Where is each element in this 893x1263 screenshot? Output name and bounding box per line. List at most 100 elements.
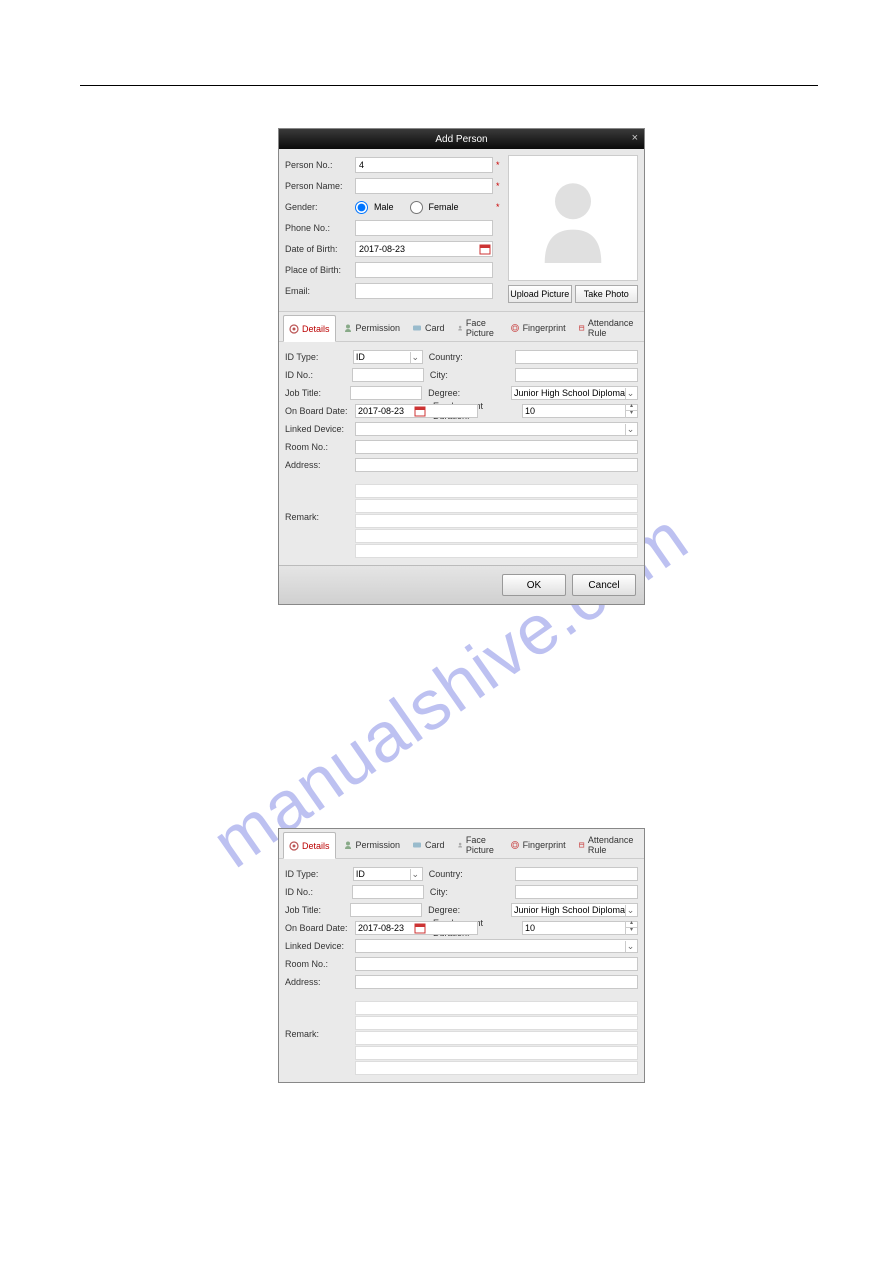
gender-male-radio[interactable] bbox=[355, 201, 368, 214]
id-no-input[interactable] bbox=[352, 885, 424, 899]
tab-card[interactable]: Card bbox=[407, 315, 450, 341]
country-input[interactable] bbox=[515, 867, 638, 881]
person-no-input[interactable] bbox=[355, 157, 493, 173]
email-input[interactable] bbox=[355, 283, 493, 299]
tab-details[interactable]: Details bbox=[283, 315, 336, 342]
tab-fingerprint[interactable]: Fingerprint bbox=[505, 315, 571, 341]
dob-input[interactable] bbox=[355, 241, 493, 257]
address-input[interactable] bbox=[355, 975, 638, 989]
remark-label: Remark: bbox=[285, 1001, 355, 1076]
spinner-down-icon[interactable]: ▾ bbox=[626, 928, 637, 935]
country-input[interactable] bbox=[515, 350, 638, 364]
remark-textarea[interactable] bbox=[355, 1001, 638, 1076]
job-title-label: Job Title: bbox=[285, 905, 350, 915]
emp-duration-value: 10 bbox=[523, 923, 625, 933]
avatar-placeholder-icon bbox=[533, 173, 613, 263]
address-label: Address: bbox=[285, 977, 355, 987]
city-input[interactable] bbox=[515, 885, 638, 899]
phone-label: Phone No.: bbox=[285, 223, 355, 233]
tab-face-picture[interactable]: Face Picture bbox=[452, 315, 503, 341]
close-icon[interactable]: × bbox=[632, 132, 638, 144]
tab-label: Permission bbox=[356, 840, 401, 850]
dob-label: Date of Birth: bbox=[285, 244, 355, 254]
id-type-select[interactable]: ID ⌄ bbox=[353, 867, 423, 881]
chevron-down-icon: ⌄ bbox=[410, 352, 420, 363]
id-type-select[interactable]: ID ⌄ bbox=[353, 350, 423, 364]
dialog-footer: OK Cancel bbox=[279, 565, 644, 604]
fingerprint-icon bbox=[510, 840, 520, 850]
degree-label: Degree: bbox=[422, 905, 511, 915]
details-panel: ID Type: ID ⌄ Country: ID No.: City: Job… bbox=[279, 342, 644, 565]
id-type-value: ID bbox=[356, 352, 365, 362]
pob-input[interactable] bbox=[355, 262, 493, 278]
degree-select[interactable]: Junior High School Diploma ⌄ bbox=[511, 386, 638, 400]
city-label: City: bbox=[424, 887, 515, 897]
tab-label: Attendance Rule bbox=[588, 318, 636, 338]
person-icon bbox=[343, 323, 353, 333]
on-board-label: On Board Date: bbox=[285, 406, 355, 416]
details-panel-standalone: Details Permission Card Face Picture Fin… bbox=[278, 828, 645, 1083]
room-no-input[interactable] bbox=[355, 957, 638, 971]
photo-preview bbox=[508, 155, 638, 281]
linked-device-select[interactable]: ⌄ bbox=[355, 422, 638, 436]
chevron-down-icon: ⌄ bbox=[410, 869, 420, 880]
city-label: City: bbox=[424, 370, 515, 380]
tab-permission[interactable]: Permission bbox=[338, 832, 406, 858]
spinner-down-icon[interactable]: ▾ bbox=[626, 411, 637, 418]
calendar-icon[interactable] bbox=[414, 405, 426, 417]
tab-face-picture[interactable]: Face Picture bbox=[452, 832, 503, 858]
city-input[interactable] bbox=[515, 368, 638, 382]
id-no-label: ID No.: bbox=[285, 887, 352, 897]
tab-attendance-rule[interactable]: Attendance Rule bbox=[573, 315, 642, 341]
take-photo-button[interactable]: Take Photo bbox=[575, 285, 639, 303]
tab-label: Card bbox=[425, 840, 445, 850]
calendar-icon[interactable] bbox=[479, 243, 491, 255]
room-no-input[interactable] bbox=[355, 440, 638, 454]
gear-icon bbox=[289, 841, 299, 851]
calendar-icon[interactable] bbox=[414, 922, 426, 934]
id-type-label: ID Type: bbox=[285, 352, 353, 362]
degree-label: Degree: bbox=[422, 388, 511, 398]
person-name-input[interactable] bbox=[355, 178, 493, 194]
tab-label: Face Picture bbox=[466, 318, 498, 338]
chevron-down-icon: ⌄ bbox=[625, 905, 635, 916]
tab-label: Face Picture bbox=[466, 835, 498, 855]
tab-card[interactable]: Card bbox=[407, 832, 450, 858]
person-icon bbox=[343, 840, 353, 850]
room-no-label: Room No.: bbox=[285, 442, 355, 452]
phone-input[interactable] bbox=[355, 220, 493, 236]
tab-label: Attendance Rule bbox=[588, 835, 636, 855]
gender-female-radio[interactable] bbox=[410, 201, 423, 214]
tab-permission[interactable]: Permission bbox=[338, 315, 406, 341]
room-no-label: Room No.: bbox=[285, 959, 355, 969]
tab-fingerprint[interactable]: Fingerprint bbox=[505, 832, 571, 858]
job-title-input[interactable] bbox=[350, 386, 422, 400]
details-panel: ID Type: ID ⌄ Country: ID No.: City: Job… bbox=[279, 859, 644, 1082]
job-title-label: Job Title: bbox=[285, 388, 350, 398]
job-title-input[interactable] bbox=[350, 903, 422, 917]
pob-label: Place of Birth: bbox=[285, 265, 355, 275]
dialog-title: Add Person bbox=[435, 134, 487, 145]
linked-device-select[interactable]: ⌄ bbox=[355, 939, 638, 953]
linked-device-label: Linked Device: bbox=[285, 941, 355, 951]
id-type-label: ID Type: bbox=[285, 869, 353, 879]
cancel-button[interactable]: Cancel bbox=[572, 574, 636, 596]
tab-details[interactable]: Details bbox=[283, 832, 336, 859]
face-icon bbox=[457, 840, 463, 850]
degree-select[interactable]: Junior High School Diploma ⌄ bbox=[511, 903, 638, 917]
emp-duration-value: 10 bbox=[523, 406, 625, 416]
tab-label: Details bbox=[302, 841, 330, 851]
id-no-input[interactable] bbox=[352, 368, 424, 382]
remark-textarea[interactable] bbox=[355, 484, 638, 559]
address-input[interactable] bbox=[355, 458, 638, 472]
remark-label: Remark: bbox=[285, 484, 355, 559]
tab-attendance-rule[interactable]: Attendance Rule bbox=[573, 832, 642, 858]
ok-button[interactable]: OK bbox=[502, 574, 566, 596]
emp-duration-spinner[interactable]: 10 ▴▾ bbox=[522, 404, 638, 418]
degree-value: Junior High School Diploma bbox=[514, 388, 625, 398]
emp-duration-spinner[interactable]: 10 ▴▾ bbox=[522, 921, 638, 935]
fingerprint-icon bbox=[510, 323, 520, 333]
gender-label: Gender: bbox=[285, 202, 355, 212]
upload-picture-button[interactable]: Upload Picture bbox=[508, 285, 572, 303]
face-icon bbox=[457, 323, 463, 333]
